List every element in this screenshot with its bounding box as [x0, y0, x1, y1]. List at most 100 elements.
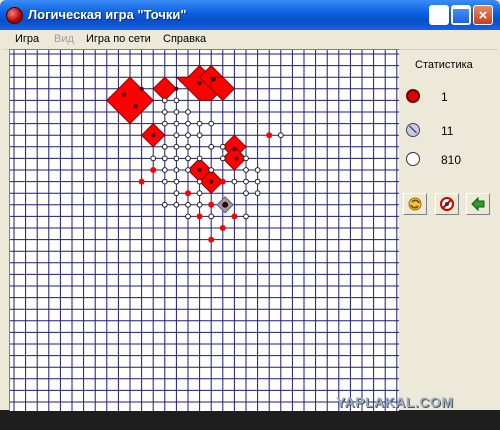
- captured-dot: [151, 133, 156, 138]
- game-board[interactable]: [9, 49, 399, 411]
- blue-dot: [196, 201, 203, 208]
- captured-dot: [174, 86, 179, 91]
- minimize-icon: [430, 6, 448, 24]
- blue-dot: [161, 155, 168, 162]
- stats-panel: Статистика 1 11 810: [400, 49, 500, 410]
- empty-dot-icon: [406, 152, 420, 166]
- blue-dot: [196, 155, 203, 162]
- blue-dot: [161, 167, 168, 173]
- red-dot: [208, 236, 215, 243]
- red-dot: [231, 213, 238, 220]
- blue-dot: [196, 190, 203, 197]
- blue-dot: [173, 109, 180, 115]
- blue-dot: [173, 97, 180, 104]
- watermark: YAPLAKAL.COM: [336, 394, 454, 410]
- blue-dot: [150, 155, 157, 162]
- blue-dot: [243, 213, 249, 220]
- blue-dot: [161, 109, 168, 115]
- player2-score: 11: [441, 124, 454, 138]
- blue-dot: [208, 143, 215, 150]
- cancel-button[interactable]: [435, 193, 459, 215]
- red-dot: [196, 213, 203, 220]
- captured-dot: [197, 81, 202, 85]
- app-icon: [6, 7, 23, 24]
- blue-dot: [196, 178, 203, 185]
- red-dot: [138, 178, 145, 185]
- red-dot: [185, 190, 191, 197]
- board-canvas[interactable]: [10, 50, 399, 411]
- red-dot: [266, 132, 273, 139]
- blue-dot: [277, 132, 284, 139]
- minimize-button[interactable]: [429, 5, 449, 25]
- red-dot: [219, 178, 226, 185]
- menu-help[interactable]: Справка: [163, 33, 206, 45]
- captured-dot: [211, 77, 216, 82]
- blue-dot: [185, 120, 191, 127]
- stats-title: Статистика: [415, 59, 473, 71]
- blue-dot: [254, 178, 261, 185]
- blue-dot: [208, 120, 215, 127]
- blue-dot: [196, 120, 203, 127]
- refresh-button[interactable]: [403, 193, 427, 215]
- menu-bar: Игра Вид Игра по сети Справка: [3, 30, 497, 50]
- blue-dot: [254, 190, 261, 197]
- blue-dot: [173, 143, 180, 150]
- blue-dot: [243, 167, 249, 173]
- blue-dot: [173, 190, 180, 197]
- last-move-dot: [222, 201, 229, 208]
- app-window: Логическая игра "Точки" × Игра Вид Игра …: [0, 0, 500, 411]
- cancel-icon: [440, 197, 454, 211]
- blue-dot: [161, 120, 168, 127]
- back-arrow-icon: [471, 196, 485, 212]
- blue-dot: [185, 143, 191, 150]
- free-points-count: 810: [441, 153, 462, 167]
- blue-dot: [161, 143, 168, 150]
- back-button[interactable]: [466, 193, 490, 215]
- blue-dot: [185, 201, 191, 208]
- blue-dot: [185, 213, 191, 220]
- captured-dot: [122, 92, 127, 97]
- blue-dot: [185, 109, 191, 115]
- maximize-button[interactable]: [451, 5, 471, 25]
- captured-dot: [133, 104, 138, 109]
- blue-dot: [243, 155, 249, 162]
- player1-score: 1: [441, 90, 448, 104]
- window-title: Логическая игра "Точки": [28, 7, 187, 22]
- blue-dot: [219, 155, 226, 162]
- blue-dot: [173, 120, 180, 127]
- close-button[interactable]: ×: [473, 5, 493, 25]
- captured-region: [152, 76, 178, 102]
- player2-dot-icon: [406, 123, 420, 137]
- captured-dot: [234, 156, 239, 161]
- blue-dot: [161, 97, 168, 104]
- blue-dot: [243, 178, 249, 185]
- blue-dot: [185, 167, 191, 173]
- red-dot: [150, 167, 157, 173]
- blue-dot: [173, 155, 180, 162]
- blue-dot: [173, 167, 180, 173]
- red-dot: [219, 225, 226, 231]
- blue-dot: [219, 143, 226, 150]
- blue-dot: [196, 132, 203, 139]
- red-dot: [208, 201, 215, 208]
- blue-dot: [173, 201, 180, 208]
- maximize-icon: [452, 6, 470, 24]
- captured-dot: [139, 86, 144, 91]
- blue-dot: [185, 132, 191, 139]
- blue-dot: [161, 178, 168, 185]
- menu-view[interactable]: Вид: [54, 33, 74, 45]
- title-bar[interactable]: Логическая игра "Точки" ×: [0, 0, 500, 30]
- captured-dot: [232, 147, 237, 152]
- blue-dot: [243, 190, 249, 197]
- blue-dot: [208, 167, 215, 173]
- player1-dot-icon: [406, 89, 420, 103]
- blue-dot: [173, 132, 180, 139]
- menu-game[interactable]: Игра: [15, 33, 39, 45]
- blue-dot: [254, 167, 261, 173]
- blue-dot: [208, 213, 215, 220]
- blue-dot: [161, 201, 168, 208]
- menu-network-game[interactable]: Игра по сети: [86, 33, 151, 45]
- blue-dot: [185, 155, 191, 162]
- captured-dot: [197, 168, 202, 172]
- captured-dot: [209, 179, 214, 184]
